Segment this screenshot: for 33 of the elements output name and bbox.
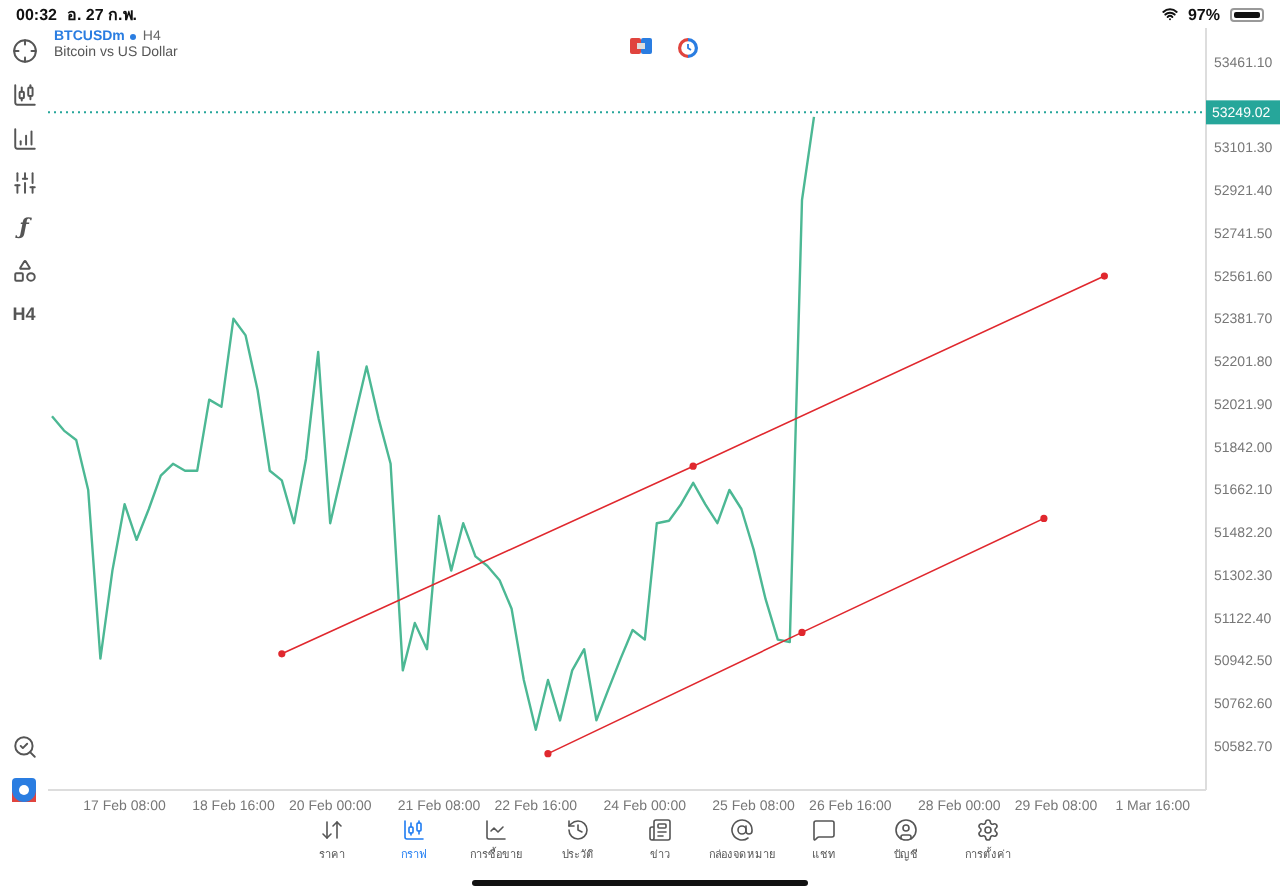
- shapes-icon[interactable]: [8, 254, 40, 286]
- sliders-icon[interactable]: [8, 166, 40, 198]
- point: [544, 750, 552, 758]
- point: [1100, 272, 1108, 280]
- crosshair-icon[interactable]: [8, 34, 40, 66]
- clock-time: 00:32: [16, 5, 57, 23]
- line-chart-icon: [484, 818, 508, 842]
- app-logo-icon[interactable]: [8, 774, 40, 806]
- gear-icon: [976, 818, 1000, 842]
- dot-icon: [130, 34, 137, 40]
- news-icon: [648, 818, 672, 842]
- wifi-icon: [1161, 6, 1178, 22]
- battery-icon: [1230, 7, 1264, 21]
- point: [689, 462, 697, 470]
- function-button[interactable]: ƒ: [8, 210, 40, 242]
- candlestick-icon: [402, 818, 426, 842]
- history-icon: [566, 818, 590, 842]
- price-label-background: [1206, 100, 1280, 125]
- battery-percent: 97%: [1187, 5, 1220, 23]
- chat-icon: [812, 818, 836, 842]
- clock-icon[interactable]: [678, 38, 698, 58]
- date-text: อ. 27 ก.พ.: [66, 3, 137, 27]
- candlestick-icon[interactable]: [8, 78, 40, 110]
- point: [1040, 514, 1048, 523]
- up-down-arrows-icon: [320, 818, 344, 842]
- trade-panel-icon[interactable]: [630, 38, 652, 54]
- point: [798, 628, 806, 637]
- chart-search-icon[interactable]: [8, 730, 40, 762]
- point: [278, 650, 286, 658]
- at-sign-icon: [730, 818, 754, 842]
- user-icon: [894, 818, 918, 842]
- timeframe-button[interactable]: H4: [8, 298, 40, 330]
- bar-chart-icon[interactable]: [8, 122, 40, 154]
